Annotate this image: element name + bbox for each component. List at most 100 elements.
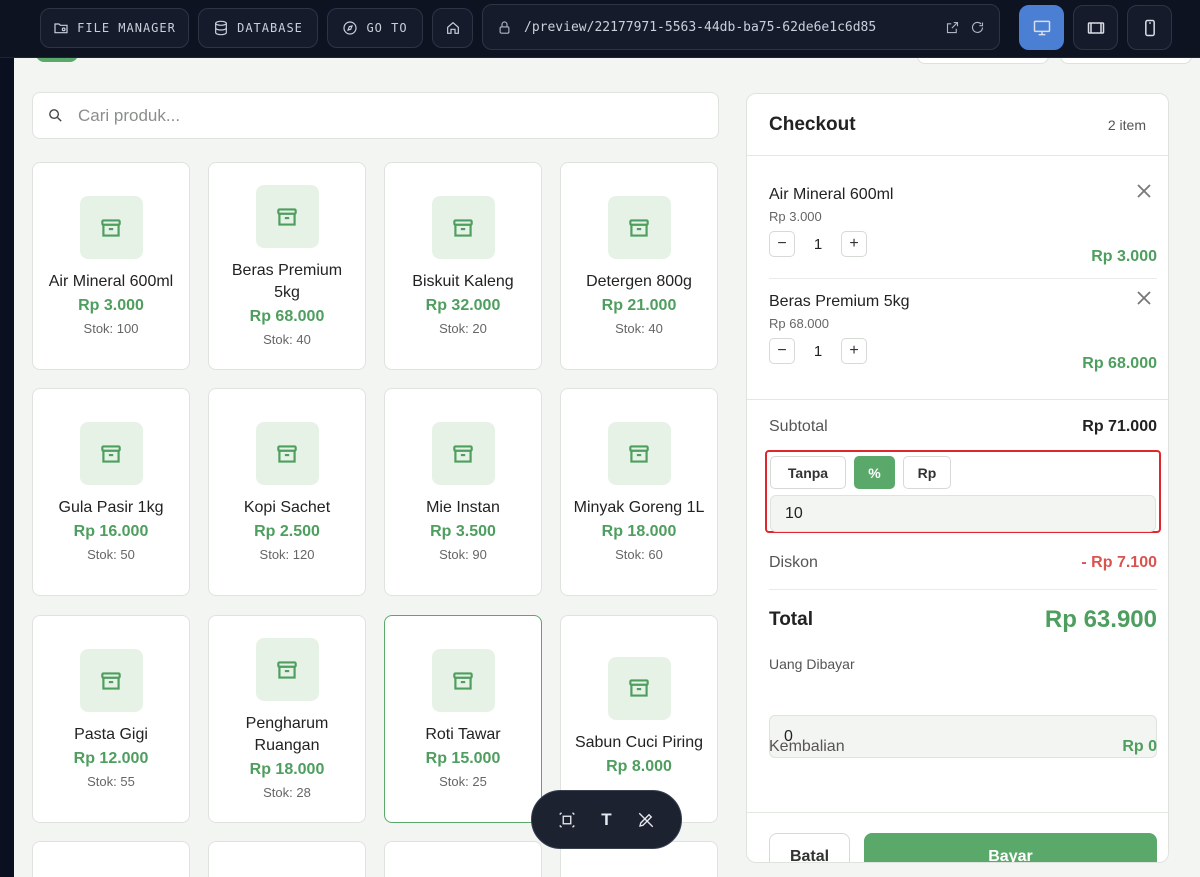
mobile-icon xyxy=(1144,19,1155,36)
total-label: Total xyxy=(769,609,813,630)
box-icon xyxy=(79,422,143,485)
product-price: Rp 18.000 xyxy=(601,523,677,540)
product-name: Detergen 800g xyxy=(586,273,692,290)
product-stock: Stok: 55 xyxy=(87,774,135,789)
box-icon xyxy=(255,185,319,248)
paid-label: Uang Dibayar xyxy=(769,656,855,672)
discount-amount-button[interactable]: Rp xyxy=(903,456,951,489)
checkout-title: Checkout xyxy=(769,113,856,135)
search-input[interactable] xyxy=(78,105,678,126)
decrement-button[interactable]: − xyxy=(769,338,795,364)
decrement-button[interactable]: − xyxy=(769,231,795,257)
product-card[interactable]: Air Mineral 600ml Rp 3.000 Stok: 100 xyxy=(32,162,190,370)
product-stock: Stok: 40 xyxy=(263,332,311,347)
product-price: Rp 3.500 xyxy=(430,523,496,540)
increment-button[interactable]: + xyxy=(841,338,867,364)
go-to-button[interactable]: GO TO xyxy=(327,8,423,48)
product-stock: Stok: 25 xyxy=(439,774,487,789)
product-card[interactable]: Biskuit Kaleng Rp 32.000 Stok: 20 xyxy=(384,162,542,370)
remove-item-button[interactable] xyxy=(1137,291,1157,311)
product-price: Rp 16.000 xyxy=(73,523,149,540)
database-button[interactable]: DATABASE xyxy=(198,8,318,48)
close-icon xyxy=(1137,184,1151,198)
product-name: Biskuit Kaleng xyxy=(412,273,514,290)
home-button[interactable] xyxy=(432,8,473,48)
product-search[interactable] xyxy=(32,92,719,139)
lock-icon xyxy=(499,20,510,34)
discount-value: - Rp 7.100 xyxy=(1081,554,1157,571)
cart-item-total: Rp 3.000 xyxy=(1091,248,1157,265)
discount-input[interactable] xyxy=(770,495,1156,532)
tablet-view-button[interactable] xyxy=(1073,5,1118,50)
desktop-view-button[interactable] xyxy=(1019,5,1064,50)
product-price: Rp 68.000 xyxy=(249,308,325,325)
subtotal-row: Subtotal Rp 71.000 xyxy=(769,418,1157,436)
increment-button[interactable]: + xyxy=(841,231,867,257)
product-card-partial[interactable] xyxy=(32,841,190,877)
compass-icon xyxy=(343,21,358,35)
edit-style-button[interactable] xyxy=(637,811,655,829)
cart-item-unit-price: Rp 68.000 xyxy=(769,316,829,331)
discount-none-button[interactable]: Tanpa xyxy=(770,456,846,489)
search-icon xyxy=(49,109,62,122)
cart-item-name: Beras Premium 5kg xyxy=(769,293,910,310)
product-name: Beras Premium 5kg xyxy=(231,262,343,301)
product-name: Mie Instan xyxy=(426,499,500,516)
product-name: Minyak Goreng 1L xyxy=(573,499,705,516)
box-icon xyxy=(431,196,495,259)
cart-item-name: Air Mineral 600ml xyxy=(769,186,894,203)
product-card-partial[interactable] xyxy=(208,841,366,877)
box-icon xyxy=(431,422,495,485)
mobile-view-button[interactable] xyxy=(1127,5,1172,50)
select-box-icon xyxy=(559,812,575,827)
pay-button[interactable]: Bayar xyxy=(864,833,1157,862)
change-label: Kembalian xyxy=(769,738,845,755)
remove-item-button[interactable] xyxy=(1137,184,1157,204)
go-to-label: GO TO xyxy=(366,21,408,35)
product-card[interactable]: Detergen 800g Rp 21.000 Stok: 40 xyxy=(560,162,718,370)
product-price: Rp 18.000 xyxy=(249,761,325,778)
folder-icon xyxy=(54,23,68,34)
product-name: Kopi Sachet xyxy=(243,499,331,516)
product-name: Gula Pasir 1kg xyxy=(58,499,164,516)
discount-percent-button[interactable]: % xyxy=(854,456,895,489)
product-stock: Stok: 50 xyxy=(87,547,135,562)
product-card[interactable]: Kopi Sachet Rp 2.500 Stok: 120 xyxy=(208,388,366,596)
product-card[interactable]: Gula Pasir 1kg Rp 16.000 Stok: 50 xyxy=(32,388,190,596)
product-name: Pengharum Ruangan xyxy=(245,715,329,754)
cart-item-total: Rp 68.000 xyxy=(1082,355,1157,372)
text-tool-button[interactable]: T xyxy=(601,810,611,830)
url-bar[interactable]: /preview/22177971-5563-44db-ba75-62de6e1… xyxy=(482,4,1000,50)
product-card[interactable]: Minyak Goreng 1L Rp 18.000 Stok: 60 xyxy=(560,388,718,596)
box-icon xyxy=(79,196,143,259)
refresh-icon[interactable] xyxy=(970,20,985,35)
checkout-footer: Batal Bayar xyxy=(747,812,1168,862)
paid-label-row: Uang Dibayar xyxy=(769,656,1157,672)
product-card[interactable]: Pengharum Ruangan Rp 18.000 Stok: 28 xyxy=(208,615,366,823)
product-card-selected[interactable]: Roti Tawar Rp 15.000 Stok: 25 xyxy=(384,615,542,823)
product-card[interactable]: Beras Premium 5kg Rp 68.000 Stok: 40 xyxy=(208,162,366,370)
checkout-panel: Checkout 2 item Air Mineral 600ml Rp 3.0… xyxy=(746,93,1169,863)
header-partial-badge xyxy=(36,58,78,62)
header-partial-button[interactable] xyxy=(917,58,1049,64)
change-row: Kembalian Rp 0 xyxy=(769,738,1157,756)
product-card[interactable]: Pasta Gigi Rp 12.000 Stok: 55 xyxy=(32,615,190,823)
external-link-icon[interactable] xyxy=(945,20,960,35)
product-name: Sabun Cuci Piring xyxy=(574,733,704,751)
product-card-partial[interactable] xyxy=(384,841,542,877)
cancel-button[interactable]: Batal xyxy=(769,833,850,862)
product-stock: Stok: 60 xyxy=(615,547,663,562)
product-price: Rp 15.000 xyxy=(425,750,501,767)
product-price: Rp 2.500 xyxy=(254,523,320,540)
checkout-item-count: 2 item xyxy=(1107,116,1146,133)
total-value: Rp 63.900 xyxy=(1044,606,1157,633)
file-manager-label: FILE MANAGER xyxy=(77,21,176,35)
file-manager-button[interactable]: FILE MANAGER xyxy=(40,8,189,48)
select-element-button[interactable] xyxy=(558,811,576,829)
product-stock: Stok: 100 xyxy=(83,321,139,336)
header-partial-button[interactable] xyxy=(1060,58,1192,64)
product-stock: Stok: 20 xyxy=(439,321,487,336)
box-icon xyxy=(255,638,319,701)
cart-item-unit-price: Rp 3.000 xyxy=(769,209,822,224)
product-card[interactable]: Mie Instan Rp 3.500 Stok: 90 xyxy=(384,388,542,596)
